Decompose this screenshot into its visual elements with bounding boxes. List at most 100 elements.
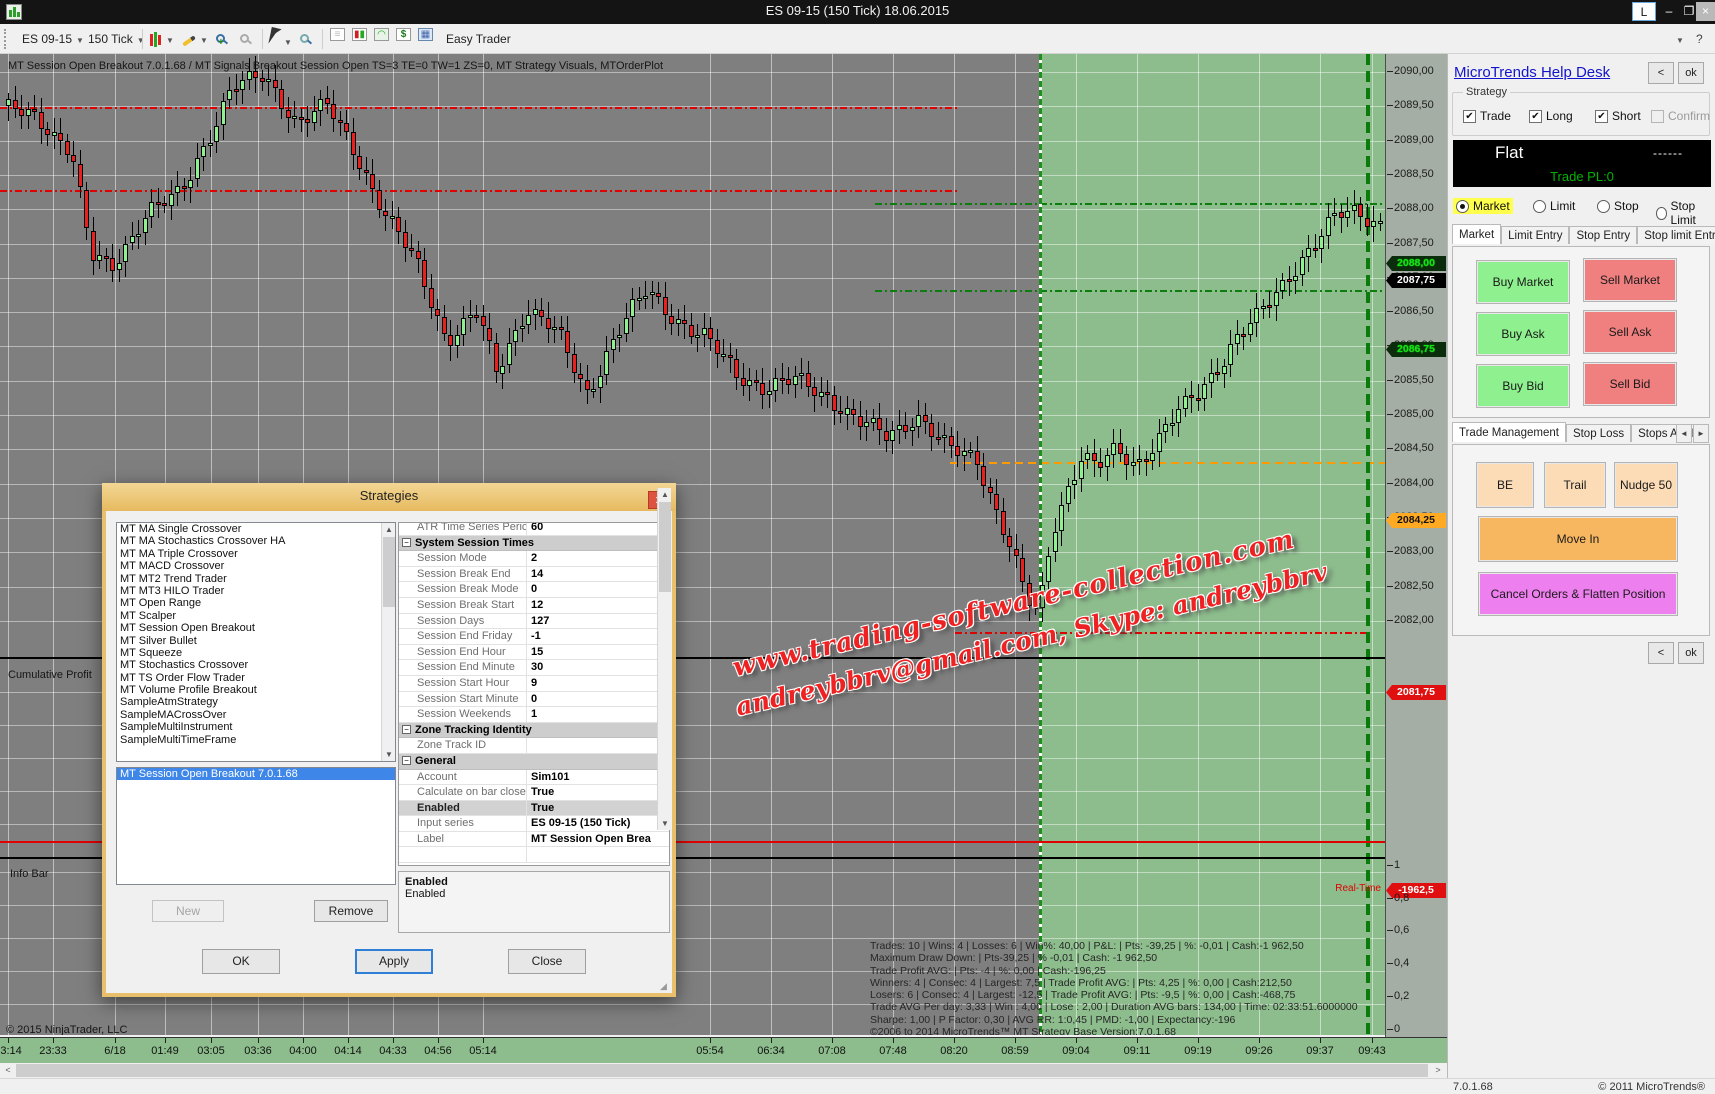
strategy-list-item[interactable]: SampleAtmStrategy — [117, 696, 395, 708]
tab-stop-entry[interactable]: Stop Entry — [1569, 226, 1638, 244]
property-row[interactable]: Session End Friday -1 — [399, 629, 669, 645]
strategy-property-grid[interactable]: ATR Time Series Peric 60− System Session T… — [398, 522, 670, 866]
sell-button-2[interactable]: Sell Ask — [1583, 310, 1677, 354]
scroll-right-arrow[interactable]: > — [1430, 1063, 1446, 1078]
property-value[interactable]: 0 — [527, 692, 669, 707]
panel-ok-button[interactable]: ok — [1678, 62, 1704, 84]
property-value[interactable]: 0 — [527, 582, 669, 597]
property-row[interactable]: Session End Minute 30 — [399, 660, 669, 676]
checkbox-confirm[interactable]: Confirm — [1651, 109, 1710, 123]
property-value[interactable]: 14 — [527, 567, 669, 582]
checkbox-short[interactable]: ✔ Short — [1595, 109, 1641, 123]
buy-button-2[interactable]: Buy Ask — [1476, 312, 1570, 356]
property-value[interactable] — [527, 738, 669, 753]
strategy-list-item[interactable]: MT Squeeze — [117, 647, 395, 659]
help-desk-link[interactable]: MicroTrends Help Desk — [1454, 64, 1610, 81]
property-value[interactable]: MT Session Open Brea — [527, 832, 669, 847]
close-dialog-button[interactable]: Close — [508, 949, 586, 974]
dialog-title-bar[interactable]: Strategies — [102, 483, 676, 511]
applied-strategy-item[interactable]: MT Session Open Breakout 7.0.1.68 — [117, 768, 395, 781]
property-row[interactable]: Input series ES 09-15 (150 Tick) — [399, 816, 669, 832]
property-value[interactable]: 9 — [527, 676, 669, 691]
property-value[interactable]: -1 — [527, 629, 669, 644]
property-row[interactable]: ATR Time Series Peric 60 — [399, 523, 669, 536]
property-row[interactable]: Session Days 127 — [399, 613, 669, 630]
data-box-button[interactable] — [300, 28, 309, 50]
tab-stop-limit-entry[interactable]: Stop limit Entry — [1637, 226, 1715, 244]
list-scrollbar[interactable]: ▲ ▼ — [381, 523, 395, 761]
property-row[interactable]: Session Break End 14 — [399, 566, 669, 583]
instrument-selector[interactable]: ES 09-15 ▼ — [22, 28, 84, 50]
snapshot-icon[interactable]: ◠ — [374, 28, 389, 41]
cursor-mode-button[interactable]: ▼ — [268, 27, 292, 50]
tab-trade-management[interactable]: Trade Management — [1452, 422, 1566, 442]
mgmt-button-trail[interactable]: Trail — [1544, 462, 1606, 508]
property-value[interactable]: 12 — [527, 598, 669, 613]
panel-ok-button-2[interactable]: ok — [1678, 642, 1704, 664]
property-row[interactable]: Session Break Start 12 — [399, 597, 669, 614]
collapse-icon[interactable]: − — [402, 755, 411, 765]
property-row[interactable]: Session Mode 2 — [399, 551, 669, 567]
buy-button-3[interactable]: Buy Bid — [1476, 364, 1570, 408]
panel-collapse-button[interactable]: ▼ — [1672, 28, 1684, 50]
property-value[interactable]: True — [527, 801, 669, 816]
link-button[interactable]: L — [1632, 2, 1656, 21]
tab-stop-loss[interactable]: Stop Loss — [1565, 424, 1632, 442]
help-button[interactable]: ? — [1696, 28, 1703, 50]
property-value[interactable]: 30 — [527, 660, 669, 675]
mgmt-button-nudge-50[interactable]: Nudge 50 — [1614, 462, 1678, 508]
strategy-list-item[interactable]: MT Silver Bullet — [117, 635, 395, 647]
cancel-flatten-button[interactable]: Cancel Orders & Flatten Position — [1478, 572, 1678, 616]
sell-button-1[interactable]: Sell Market — [1583, 258, 1677, 302]
grid-panel-icon[interactable]: ▦ — [418, 28, 433, 41]
property-row[interactable] — [399, 847, 669, 864]
property-row[interactable]: Enabled True — [399, 800, 669, 817]
strategy-list-item[interactable]: MT MA Triple Crossover — [117, 548, 395, 560]
apply-button[interactable]: Apply — [355, 949, 433, 974]
mgmt-button-be[interactable]: BE — [1476, 462, 1534, 508]
property-value[interactable]: 127 — [527, 614, 669, 629]
property-group-row[interactable]: − General — [399, 753, 669, 770]
strategy-list-item[interactable]: MT MT2 Trend Trader — [117, 573, 395, 585]
strategy-list-item[interactable]: MT MA Stochastics Crossover HA — [117, 535, 395, 547]
property-row[interactable]: Session Break Mode 0 — [399, 582, 669, 598]
strategy-list-item[interactable]: SampleMultiInstrument — [117, 721, 395, 733]
remove-button[interactable]: Remove — [314, 900, 388, 922]
drawing-tools-button[interactable]: ▼ — [182, 28, 208, 50]
resistance-line-upper[interactable] — [0, 107, 958, 109]
property-group-row[interactable]: − System Session Times — [399, 535, 669, 552]
orders-panel-icon[interactable]: ≡ — [330, 28, 345, 41]
radio-stop-limit[interactable]: Stop Limit — [1653, 198, 1715, 228]
breakout-high-line[interactable] — [875, 203, 1385, 205]
strategy-list-item[interactable]: MT Session Open Breakout — [117, 622, 395, 634]
buy-button-1[interactable]: Buy Market — [1476, 260, 1570, 304]
dollar-icon[interactable]: $ — [396, 28, 411, 41]
property-value[interactable]: Sim101 — [527, 770, 669, 785]
collapse-icon[interactable]: − — [402, 724, 411, 734]
property-group-row[interactable]: − Zone Tracking Identity — [399, 722, 669, 739]
strategy-list-item[interactable]: MT MA Single Crossover — [117, 523, 395, 535]
strategy-list-item[interactable]: MT Open Range — [117, 597, 395, 609]
available-strategies-list[interactable]: MT MA Single Crossover MT MA Stochastics … — [116, 522, 396, 762]
strategy-list-item[interactable]: MT Scalper — [117, 610, 395, 622]
strategy-list-item[interactable]: MT TS Order Flow Trader — [117, 672, 395, 684]
new-button[interactable]: New — [152, 900, 224, 922]
property-grid-scrollbar[interactable]: ▲ ▼ — [657, 488, 671, 830]
sell-button-3[interactable]: Sell Bid — [1583, 362, 1677, 406]
entry-price-line[interactable] — [950, 462, 1385, 464]
bar-chart-icon[interactable]: ▮▮ — [352, 28, 367, 41]
radio-market[interactable]: Market — [1453, 198, 1513, 214]
property-row[interactable]: Session End Hour 15 — [399, 644, 669, 661]
chart-style-button[interactable]: ▼ — [150, 28, 174, 50]
property-value[interactable]: 15 — [527, 645, 669, 660]
property-value[interactable]: ES 09-15 (150 Tick) — [527, 816, 669, 831]
property-value[interactable]: 2 — [527, 551, 669, 566]
panel-back-button[interactable]: < — [1648, 62, 1674, 84]
move-in-button[interactable]: Move In — [1478, 516, 1678, 562]
strategy-list-item[interactable]: MT Volume Profile Breakout — [117, 684, 395, 696]
property-row[interactable]: Account Sim101 — [399, 769, 669, 786]
property-row[interactable]: Zone Track ID — [399, 738, 669, 754]
scrollbar-thumb[interactable] — [16, 1064, 1428, 1077]
resize-grip[interactable]: ◢ — [660, 981, 670, 991]
ok-button[interactable]: OK — [202, 949, 280, 974]
